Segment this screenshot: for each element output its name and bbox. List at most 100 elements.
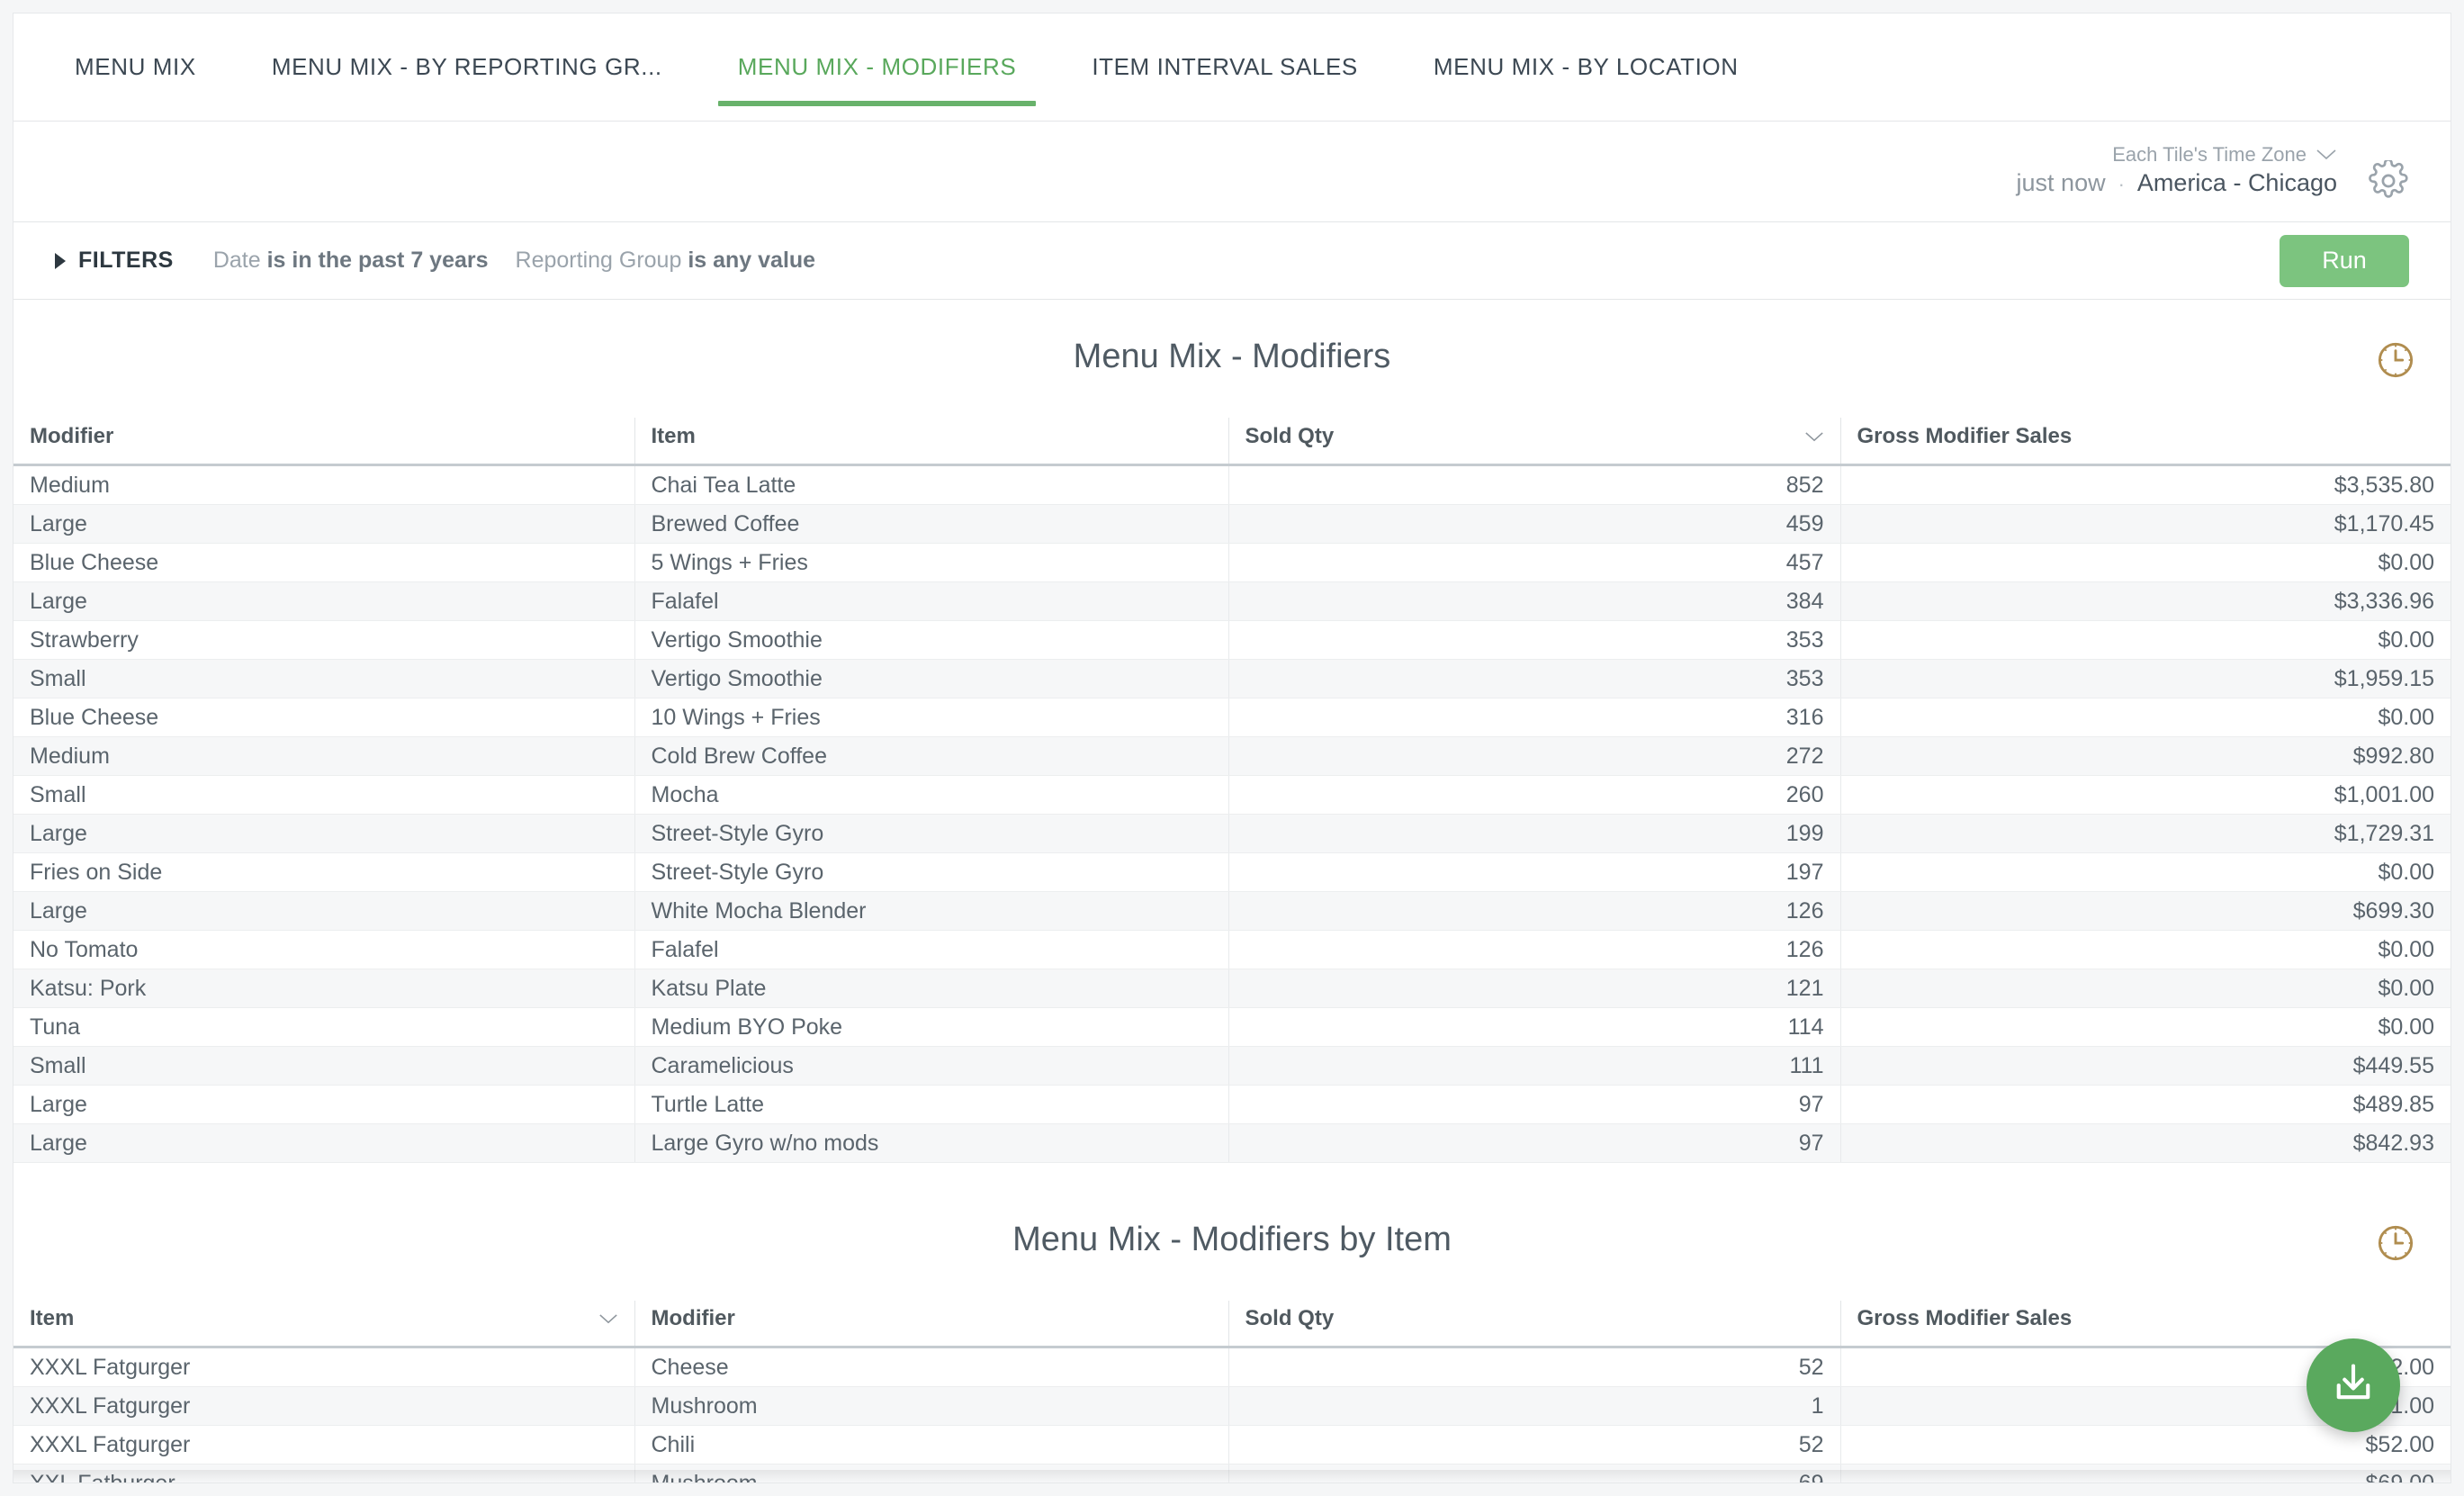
table-row[interactable]: Large Falafel 384 $3,336.96	[13, 581, 2451, 621]
tab-item[interactable]: MENU MIX	[55, 14, 216, 121]
chevron-down-icon	[2316, 141, 2337, 167]
table-row[interactable]: Blue Cheese 5 Wings + Fries 457 $0.00	[13, 543, 2451, 582]
table-cell: Fries on Side	[13, 852, 634, 892]
table-row[interactable]: XXXL Fatgurger Mushroom 1 $1.00	[13, 1386, 2451, 1426]
table-header-row: Item Modifier Sold Qty Gross Modifier Sales	[13, 1300, 2451, 1348]
column-header[interactable]: Sold Qty	[1228, 1300, 1840, 1348]
table-row[interactable]: Katsu: Pork Katsu Plate 121 $0.00	[13, 969, 2451, 1008]
table-cell: Small	[13, 775, 634, 815]
dashboard-meta-bar: Each Tile's Time Zone just now · America…	[13, 122, 2451, 222]
tile-container: Menu Mix - Modifiers Modifier Item Sold Qty…	[13, 300, 2451, 1482]
clock-icon[interactable]	[2375, 339, 2416, 381]
table-row[interactable]: Large Street-Style Gyro 199 $1,729.31	[13, 814, 2451, 853]
table-row[interactable]: Large Turtle Latte 97 $489.85	[13, 1085, 2451, 1124]
column-header[interactable]: Sold Qty	[1228, 418, 1840, 466]
tab-item[interactable]: ITEM INTERVAL SALES	[1072, 14, 1378, 121]
table-cell: Large	[13, 1085, 634, 1124]
table-cell: Large	[13, 891, 634, 931]
column-header[interactable]: Item	[634, 418, 1228, 466]
table-cell: 260	[1228, 775, 1840, 815]
table-cell: $1,170.45	[1839, 504, 2451, 544]
table-cell: $0.00	[1839, 930, 2451, 969]
data-table: Modifier Item Sold Qty Gross Modifier Sales…	[13, 418, 2451, 1163]
tab-item[interactable]: MENU MIX - MODIFIERS	[717, 14, 1037, 121]
table-cell: Cheese	[634, 1347, 1228, 1387]
table-cell: Large	[13, 1123, 634, 1163]
dashboard-tab-bar: MENU MIX MENU MIX - BY REPORTING GR... MEN…	[13, 14, 2451, 122]
gear-icon[interactable]	[2368, 158, 2409, 202]
table-cell: 384	[1228, 581, 1840, 621]
table-cell: Katsu Plate	[634, 969, 1228, 1008]
tab-label: ITEM INTERVAL SALES	[1092, 53, 1358, 80]
table-row[interactable]: Small Mocha 260 $1,001.00	[13, 775, 2451, 815]
table-row[interactable]: Small Caramelicious 111 $449.55	[13, 1046, 2451, 1086]
table-row[interactable]: XXXL Fatgurger Cheese 52 $52.00	[13, 1347, 2451, 1387]
tab-item[interactable]: MENU MIX - BY REPORTING GR...	[252, 14, 682, 121]
table-cell: $1,959.15	[1839, 659, 2451, 698]
table-row[interactable]: Strawberry Vertigo Smoothie 353 $0.00	[13, 620, 2451, 660]
column-header[interactable]: Gross Modifier Sales	[1839, 418, 2451, 466]
tab-item[interactable]: MENU MIX - BY LOCATION	[1414, 14, 1758, 121]
table-cell: $3,336.96	[1839, 581, 2451, 621]
table-cell: $1,729.31	[1839, 814, 2451, 853]
table-row[interactable]: Blue Cheese 10 Wings + Fries 316 $0.00	[13, 698, 2451, 737]
column-header-label: Item	[30, 1306, 75, 1330]
column-header[interactable]: Modifier	[634, 1300, 1228, 1348]
table-cell: $69.00	[1839, 1464, 2451, 1482]
table-row[interactable]: Tuna Medium BYO Poke 114 $0.00	[13, 1007, 2451, 1047]
tab-label: MENU MIX	[75, 53, 196, 80]
table-cell: $0.00	[1839, 620, 2451, 660]
filters-toggle[interactable]: FILTERS	[55, 248, 174, 274]
table-cell: 126	[1228, 930, 1840, 969]
table-cell: Medium	[13, 736, 634, 776]
table-row[interactable]: Medium Chai Tea Latte 852 $3,535.80	[13, 464, 2451, 505]
column-header[interactable]: Modifier	[13, 418, 634, 466]
table-cell: Small	[13, 659, 634, 698]
table-cell: 316	[1228, 698, 1840, 737]
timezone-mode-label: Each Tile's Time Zone	[2112, 143, 2307, 166]
column-header-label: Sold Qty	[1245, 1306, 1335, 1330]
timezone-selector[interactable]: Each Tile's Time Zone	[2017, 141, 2337, 167]
table-row[interactable]: XXL Fatburger Mushroom 69 $69.00	[13, 1464, 2451, 1482]
filter-chip-list: Date is in the past 7 years Reporting Gro…	[213, 248, 842, 274]
table-row[interactable]: Large White Mocha Blender 126 $699.30	[13, 891, 2451, 931]
table-cell: No Tomato	[13, 930, 634, 969]
filter-bar: FILTERS Date is in the past 7 years Repor…	[13, 222, 2451, 300]
table-cell: XXL Fatburger	[13, 1464, 634, 1482]
timezone-text: Each Tile's Time Zone just now · America…	[2017, 141, 2337, 203]
tile-title: Menu Mix - Modifiers by Item	[1012, 1220, 1452, 1258]
last-refreshed-label: just now	[2016, 169, 2106, 197]
table-cell: Blue Cheese	[13, 698, 634, 737]
table-cell: Vertigo Smoothie	[634, 620, 1228, 660]
run-button[interactable]: Run	[2280, 234, 2409, 287]
table-row[interactable]: Large Large Gyro w/no mods 97 $842.93	[13, 1123, 2451, 1163]
table-row[interactable]: Medium Cold Brew Coffee 272 $992.80	[13, 736, 2451, 776]
table-cell: Caramelicious	[634, 1046, 1228, 1086]
table-cell: Small	[13, 1046, 634, 1086]
table-cell: $0.00	[1839, 543, 2451, 582]
download-button[interactable]	[2307, 1338, 2400, 1432]
table-cell: 111	[1228, 1046, 1840, 1086]
table-row[interactable]: Fries on Side Street-Style Gyro 197 $0.00	[13, 852, 2451, 892]
table-row[interactable]: XXXL Fatgurger Chili 52 $52.00	[13, 1425, 2451, 1464]
table-cell: 459	[1228, 504, 1840, 544]
table-cell: 197	[1228, 852, 1840, 892]
table-row[interactable]: No Tomato Falafel 126 $0.00	[13, 930, 2451, 969]
filter-chip[interactable]: Reporting Group is any value	[516, 248, 816, 274]
table-cell: $0.00	[1839, 1007, 2451, 1047]
table-cell: Medium BYO Poke	[634, 1007, 1228, 1047]
clock-icon[interactable]	[2375, 1222, 2416, 1264]
column-header-label: Gross Modifier Sales	[1857, 1306, 2073, 1330]
table-cell: Street-Style Gyro	[634, 814, 1228, 853]
table-cell: $3,535.80	[1839, 464, 2451, 505]
table-cell: Large	[13, 581, 634, 621]
filters-label: FILTERS	[78, 248, 174, 273]
column-header[interactable]: Item	[13, 1300, 634, 1348]
chevron-down-icon	[598, 1306, 618, 1331]
filter-chip[interactable]: Date is in the past 7 years	[213, 248, 489, 274]
table-cell: 52	[1228, 1425, 1840, 1464]
column-header-label: Modifier	[651, 1306, 735, 1330]
tab-label: MENU MIX - BY REPORTING GR...	[271, 53, 662, 80]
table-row[interactable]: Small Vertigo Smoothie 353 $1,959.15	[13, 659, 2451, 698]
table-row[interactable]: Large Brewed Coffee 459 $1,170.45	[13, 504, 2451, 544]
